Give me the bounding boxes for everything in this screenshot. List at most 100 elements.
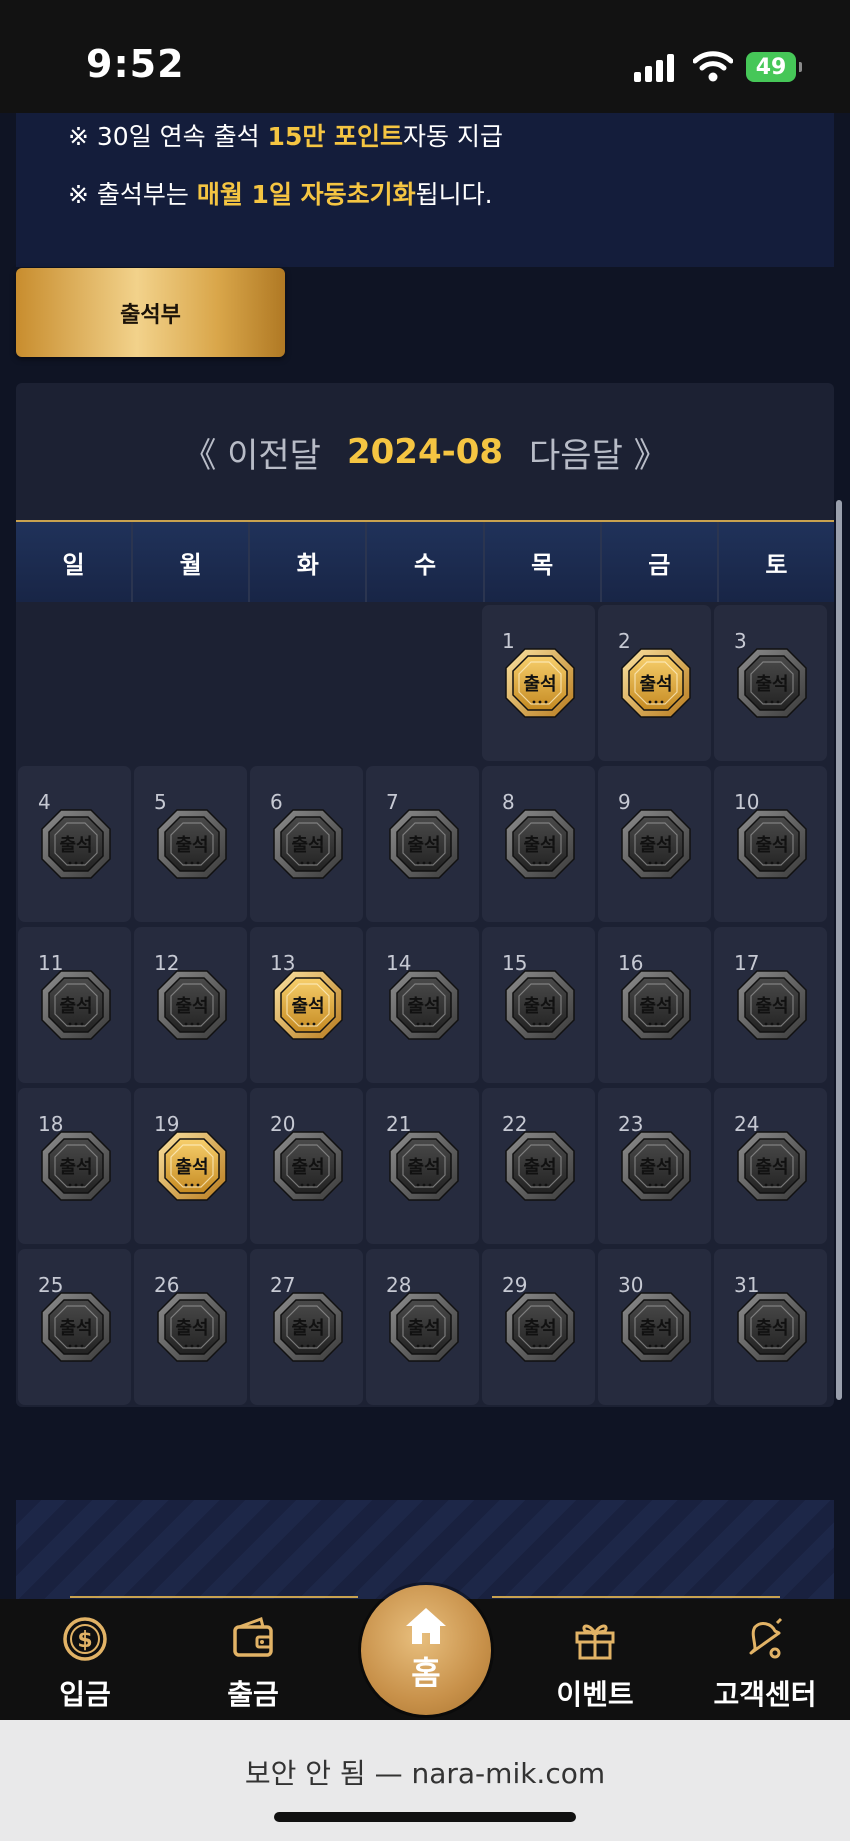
nav-event-label: 이벤트: [556, 1678, 634, 1711]
calendar-day-cell[interactable]: 17 출석: [714, 927, 827, 1083]
nav-event[interactable]: 이벤트: [530, 1599, 660, 1720]
attendance-stamp-silver-icon: 출석: [737, 1292, 807, 1362]
stamp-label: 출석: [755, 835, 788, 856]
calendar-day-cell[interactable]: 2 출석: [598, 605, 711, 761]
stamp-label: 출석: [755, 1318, 788, 1339]
nav-support[interactable]: 고객센터: [700, 1599, 830, 1720]
calendar-day-cell[interactable]: 14 출석: [366, 927, 479, 1083]
stamp-label: 출석: [639, 1157, 672, 1178]
calendar-day-cell[interactable]: 26 출석: [134, 1249, 247, 1405]
calendar-day-cell[interactable]: 20 출석: [250, 1088, 363, 1244]
stamp-label: 출석: [407, 996, 440, 1017]
calendar-day-cell[interactable]: 22 출석: [482, 1088, 595, 1244]
calendar-day-cell[interactable]: 16 출석: [598, 927, 711, 1083]
attendance-stamp-silver-icon: 출석: [737, 648, 807, 718]
attendance-stamp-silver-icon: 출석: [621, 1131, 691, 1201]
url-text: 보안 안 됨 — nara-mik.com: [244, 1757, 606, 1790]
attendance-stamp-silver-icon: 출석: [737, 970, 807, 1040]
scrollbar[interactable]: [836, 500, 842, 1400]
calendar-day-cell[interactable]: 18 출석: [18, 1088, 131, 1244]
weekday-mon: 월: [133, 522, 251, 602]
calendar-day-cell[interactable]: 23 출석: [598, 1088, 711, 1244]
calendar-day-cell[interactable]: 5 출석: [134, 766, 247, 922]
gift-icon: [575, 1624, 615, 1660]
wallet-icon: [233, 1617, 273, 1657]
stamp-label: 출석: [175, 1157, 208, 1178]
stamp-label: 출석: [291, 1157, 324, 1178]
tab-attendance[interactable]: 출석부: [16, 268, 285, 357]
calendar-day-cell[interactable]: 27 출석: [250, 1249, 363, 1405]
dollar-coin-icon: $: [63, 1617, 107, 1661]
calendar-day-cell[interactable]: 21 출석: [366, 1088, 479, 1244]
home-indicator[interactable]: [274, 1812, 576, 1822]
calendar-day-cell[interactable]: 13 출석: [250, 927, 363, 1083]
stamp-label: 출석: [407, 835, 440, 856]
stamp-label: 출석: [59, 1157, 92, 1178]
month-navigation: 《 이전달 2024-08 다음달 》: [16, 383, 834, 521]
stamp-label: 출석: [523, 674, 556, 695]
nav-support-label: 고객센터: [713, 1678, 817, 1711]
next-month-button[interactable]: 다음달 》: [529, 428, 668, 477]
calendar-day-cell[interactable]: 11 출석: [18, 927, 131, 1083]
attendance-stamp-silver-icon: 출석: [505, 1131, 575, 1201]
calendar-day-cell[interactable]: 19 출석: [134, 1088, 247, 1244]
weekday-tue: 화: [250, 522, 368, 602]
stamp-label: 출석: [291, 996, 324, 1017]
stamp-label: 출석: [407, 1318, 440, 1339]
weekday-fri: 금: [601, 522, 719, 602]
calendar-day-cell[interactable]: 15 출석: [482, 927, 595, 1083]
nav-deposit[interactable]: $ 입금: [20, 1599, 150, 1720]
nav-home-button[interactable]: 홈: [361, 1585, 491, 1715]
battery-indicator: 49: [746, 52, 802, 82]
nav-withdraw[interactable]: 출금: [188, 1599, 318, 1720]
stamp-label: 출석: [755, 1157, 788, 1178]
browser-url-bar[interactable]: 보안 안 됨 — nara-mik.com: [0, 1720, 850, 1841]
nav-withdraw-label: 출금: [227, 1678, 279, 1711]
stamp-label: 출석: [523, 996, 556, 1017]
calendar-day-cell[interactable]: 9 출석: [598, 766, 711, 922]
weekday-sun: 일: [16, 522, 134, 602]
stamp-label: 출석: [175, 835, 208, 856]
stamp-label: 출석: [639, 1318, 672, 1339]
attendance-stamp-silver-icon: 출석: [505, 1292, 575, 1362]
attendance-stamp-silver-icon: 출석: [621, 970, 691, 1040]
calendar-day-cell[interactable]: 12 출석: [134, 927, 247, 1083]
attendance-stamp-silver-icon: 출석: [273, 1131, 343, 1201]
status-time: 9:52: [86, 42, 185, 86]
weekday-thu: 목: [484, 522, 602, 602]
calendar-day-cell[interactable]: 31 출석: [714, 1249, 827, 1405]
calendar-day-cell[interactable]: 28 출석: [366, 1249, 479, 1405]
calendar-day-cell[interactable]: 4 출석: [18, 766, 131, 922]
calendar-day-cell[interactable]: 10 출석: [714, 766, 827, 922]
calendar-day-cell[interactable]: 30 출석: [598, 1249, 711, 1405]
calendar-day-cell[interactable]: 29 출석: [482, 1249, 595, 1405]
attendance-stamp-silver-icon: 출석: [273, 1292, 343, 1362]
stamp-label: 출석: [523, 835, 556, 856]
attendance-stamp-silver-icon: 출석: [389, 1131, 459, 1201]
attendance-calendar: 《 이전달 2024-08 다음달 》 일 월 화 수 목 금 토 1 출석 2 출석…: [16, 383, 834, 1407]
stamp-label: 출석: [755, 674, 788, 695]
notice-panel: ※ 30일 연속 출석 15만 포인트자동 지급 ※ 출석부는 매월 1일 자동…: [16, 113, 834, 267]
calendar-day-cell[interactable]: 8 출석: [482, 766, 595, 922]
calendar-day-cell[interactable]: 6 출석: [250, 766, 363, 922]
attendance-stamp-gold-icon: 출석: [157, 1131, 227, 1201]
calendar-day-cell[interactable]: 1 출석: [482, 605, 595, 761]
calendar-day-cell[interactable]: 25 출석: [18, 1249, 131, 1405]
stamp-label: 출석: [175, 1318, 208, 1339]
stamp-label: 출석: [407, 1157, 440, 1178]
calendar-day-cell[interactable]: 3 출석: [714, 605, 827, 761]
stamp-label: 출석: [755, 996, 788, 1017]
attendance-stamp-silver-icon: 출석: [157, 1292, 227, 1362]
calendar-day-cell[interactable]: 7 출석: [366, 766, 479, 922]
current-month: 2024-08: [346, 432, 504, 472]
banner-divider-left: [70, 1596, 358, 1598]
attendance-stamp-gold-icon: 출석: [621, 648, 691, 718]
calendar-day-cell[interactable]: 24 출석: [714, 1088, 827, 1244]
cellular-signal-icon: [634, 54, 674, 82]
stamp-label: 출석: [523, 1157, 556, 1178]
stamp-label: 출석: [639, 674, 672, 695]
stamp-label: 출석: [175, 996, 208, 1017]
stamp-label: 출석: [291, 835, 324, 856]
stamp-label: 출석: [59, 996, 92, 1017]
prev-month-button[interactable]: 《 이전달: [182, 428, 321, 477]
